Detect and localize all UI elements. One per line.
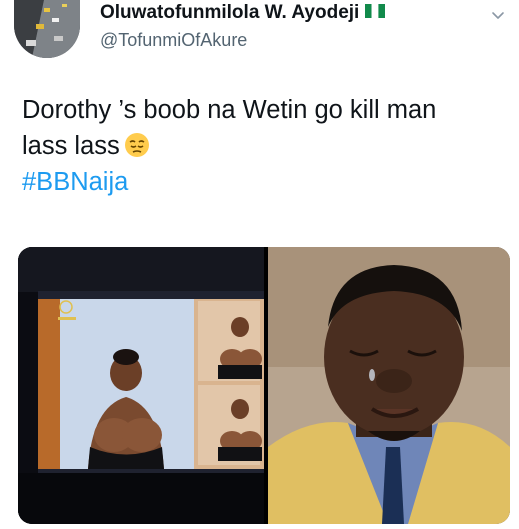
tweet-text-line-2: lass lass — [22, 128, 502, 164]
chevron-down-icon[interactable] — [491, 8, 505, 22]
avatar-photo — [14, 0, 80, 58]
tweet-text: Dorothy ’s boob na Wetin go kill man las… — [22, 92, 502, 200]
display-name[interactable]: Oluwatofunmilola W. Ayodeji — [100, 2, 386, 24]
crying-man-photo[interactable] — [268, 247, 510, 524]
profile-avatar[interactable] — [14, 0, 80, 58]
tv-screen-photo[interactable] — [18, 247, 264, 524]
tweet-text-line-1: Dorothy ’s boob na Wetin go kill man — [22, 96, 437, 124]
tweet-text-line-2-text: lass lass — [22, 132, 120, 160]
hashtag-link[interactable]: #BBNaija — [22, 164, 502, 200]
pensive-face-emoji-icon — [124, 133, 149, 157]
user-handle[interactable]: @TofunmiOfAkure — [100, 30, 247, 51]
nigeria-flag-icon — [365, 3, 386, 18]
tweet-media[interactable] — [18, 247, 510, 524]
display-name-text: Oluwatofunmilola W. Ayodeji — [100, 2, 360, 23]
